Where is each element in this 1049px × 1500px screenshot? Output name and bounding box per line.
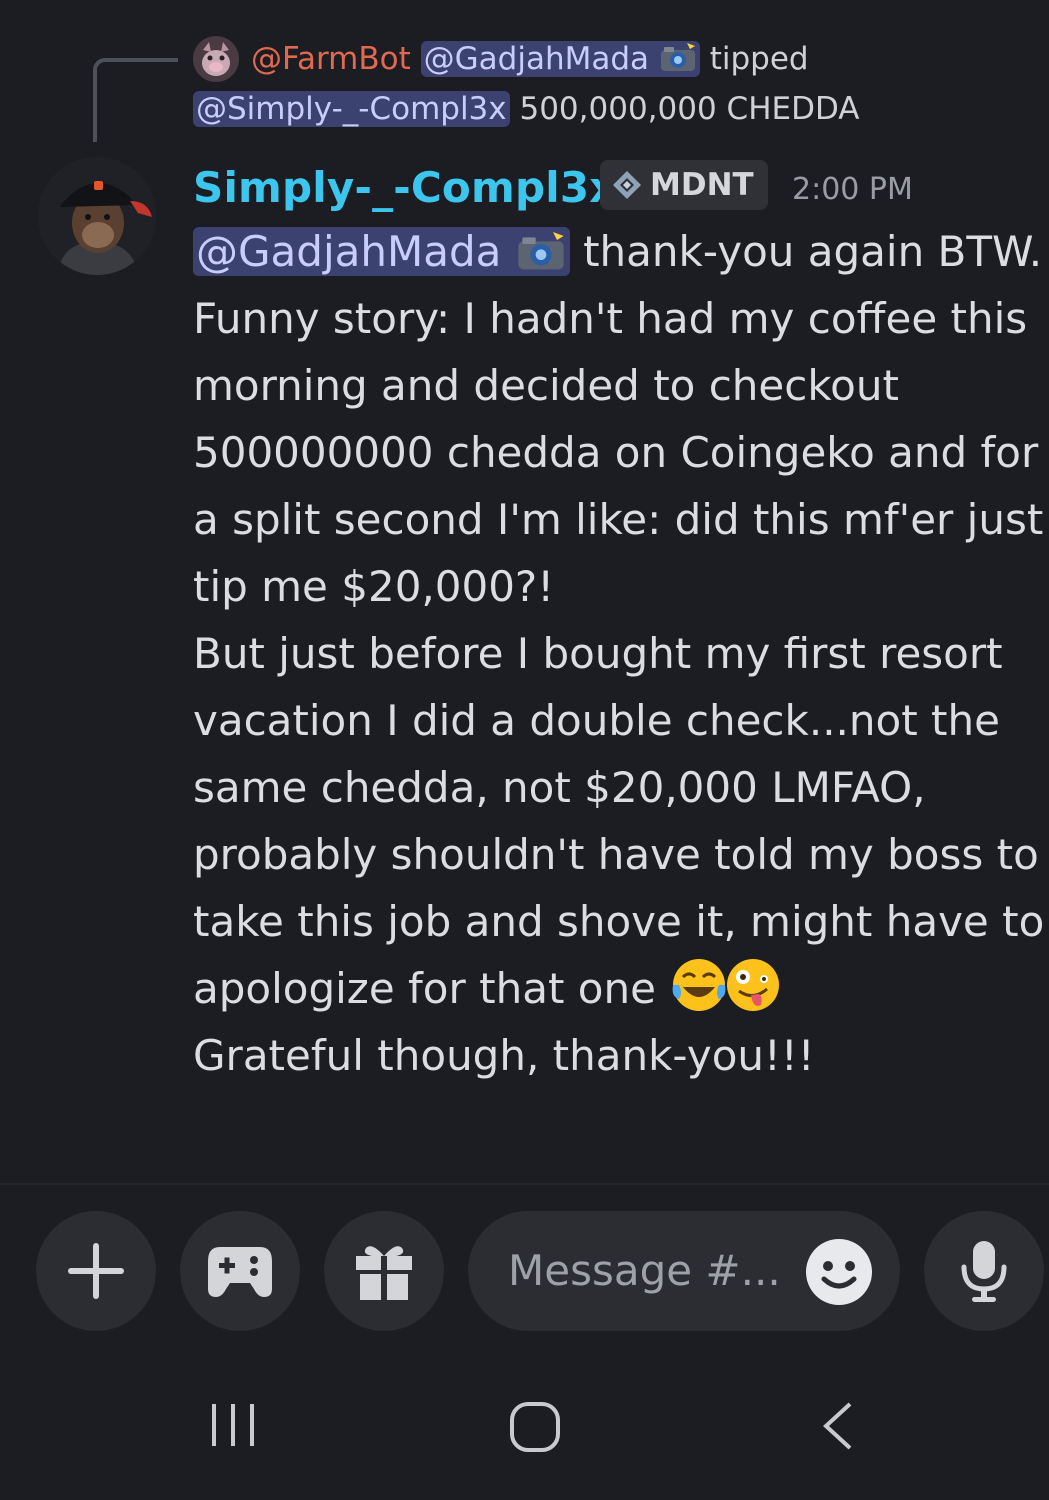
reply-mention-simply[interactable]: @Simply-_-Compl3x: [193, 91, 510, 127]
message-line: apologize for that one: [193, 955, 1043, 1022]
reply-mention-gadjahmada[interactable]: @GadjahMada: [420, 41, 700, 77]
gift-icon: [356, 1246, 412, 1300]
message-line: same chedda, not $20,000 LMFAO,: [193, 763, 926, 812]
message-mention-gadjahmada[interactable]: @GadjahMada: [193, 227, 570, 276]
message-body: @GadjahMada thank-you again BTW. Funny s…: [193, 218, 1045, 1089]
camera-flash-emoji: [518, 232, 564, 270]
message-line: probably shouldn't have told my boss to: [193, 830, 1039, 879]
add-attachment-button[interactable]: [36, 1211, 156, 1331]
message-author-username[interactable]: Simply-_-Compl3x: [193, 160, 617, 216]
reply-preview[interactable]: @FarmBot @GadjahMada tipped @Simply-_-Co…: [193, 34, 1033, 134]
server-tag-label: MDNT: [650, 167, 754, 203]
reply-amount: 500,000,000 CHEDDA: [519, 91, 860, 127]
message-line: tip me $20,000?!: [193, 562, 555, 611]
gift-button[interactable]: [324, 1211, 444, 1331]
back-icon[interactable]: [816, 1398, 862, 1454]
laughing-tears-emoji: [672, 959, 726, 1011]
message-line: But just before I bought my first resort: [193, 629, 1003, 678]
reply-connector-line: [93, 58, 178, 142]
emoji-icon[interactable]: [806, 1239, 872, 1305]
message-line: Funny story: I hadn't had my coffee this: [193, 294, 1028, 343]
message-timestamp: 2:00 PM: [792, 172, 913, 207]
reply-bot-name[interactable]: @FarmBot: [251, 41, 411, 77]
message-input-placeholder: Message #...: [508, 1246, 781, 1295]
message-line: morning and decided to checkout: [193, 361, 899, 410]
home-icon[interactable]: [508, 1398, 562, 1454]
message-line: @GadjahMada thank-you again BTW.: [193, 218, 1043, 285]
gamepad-icon: [208, 1247, 272, 1297]
message-line: 500000000 chedda on Coingeko and for: [193, 428, 1039, 477]
camera-flash-emoji: [660, 43, 695, 71]
server-tag[interactable]: MDNT: [600, 160, 768, 210]
voice-message-button[interactable]: [924, 1211, 1044, 1331]
composer-divider: [0, 1183, 1049, 1185]
diamond-tag-icon: [613, 171, 641, 199]
message-line: vacation I did a double check...not the: [193, 696, 1000, 745]
message-input[interactable]: Message #...: [468, 1211, 900, 1331]
message-line: Grateful though, thank-you!!!: [193, 1031, 815, 1080]
activities-button[interactable]: [180, 1211, 300, 1331]
plus-icon: [68, 1243, 124, 1299]
zany-face-emoji: [727, 959, 780, 1011]
message-line: a split second I'm like: did this mf'er …: [193, 495, 1044, 544]
microphone-icon: [961, 1241, 1007, 1302]
user-avatar[interactable]: [38, 157, 156, 275]
reply-verb: tipped: [709, 41, 809, 77]
recents-icon[interactable]: [208, 1398, 260, 1452]
message-line: take this job and shove it, might have t…: [193, 897, 1045, 946]
